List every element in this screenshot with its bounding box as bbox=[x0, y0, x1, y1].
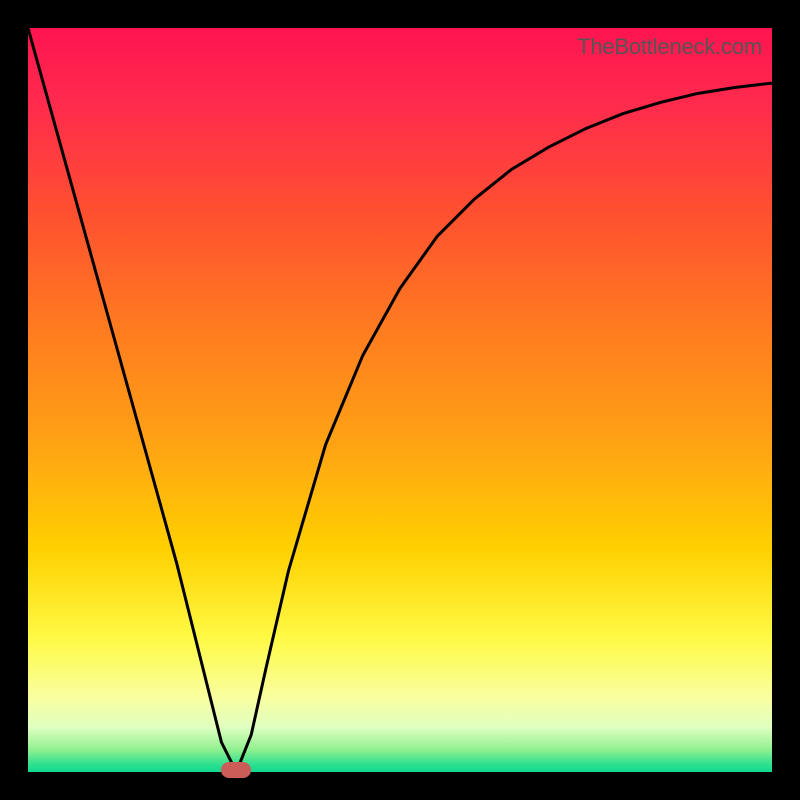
curve-path bbox=[28, 28, 772, 772]
plot-area: TheBottleneck.com bbox=[28, 28, 772, 772]
curve-svg bbox=[28, 28, 772, 772]
vertex-marker bbox=[221, 762, 251, 778]
watermark-text: TheBottleneck.com bbox=[577, 34, 762, 60]
chart-frame: TheBottleneck.com bbox=[0, 0, 800, 800]
